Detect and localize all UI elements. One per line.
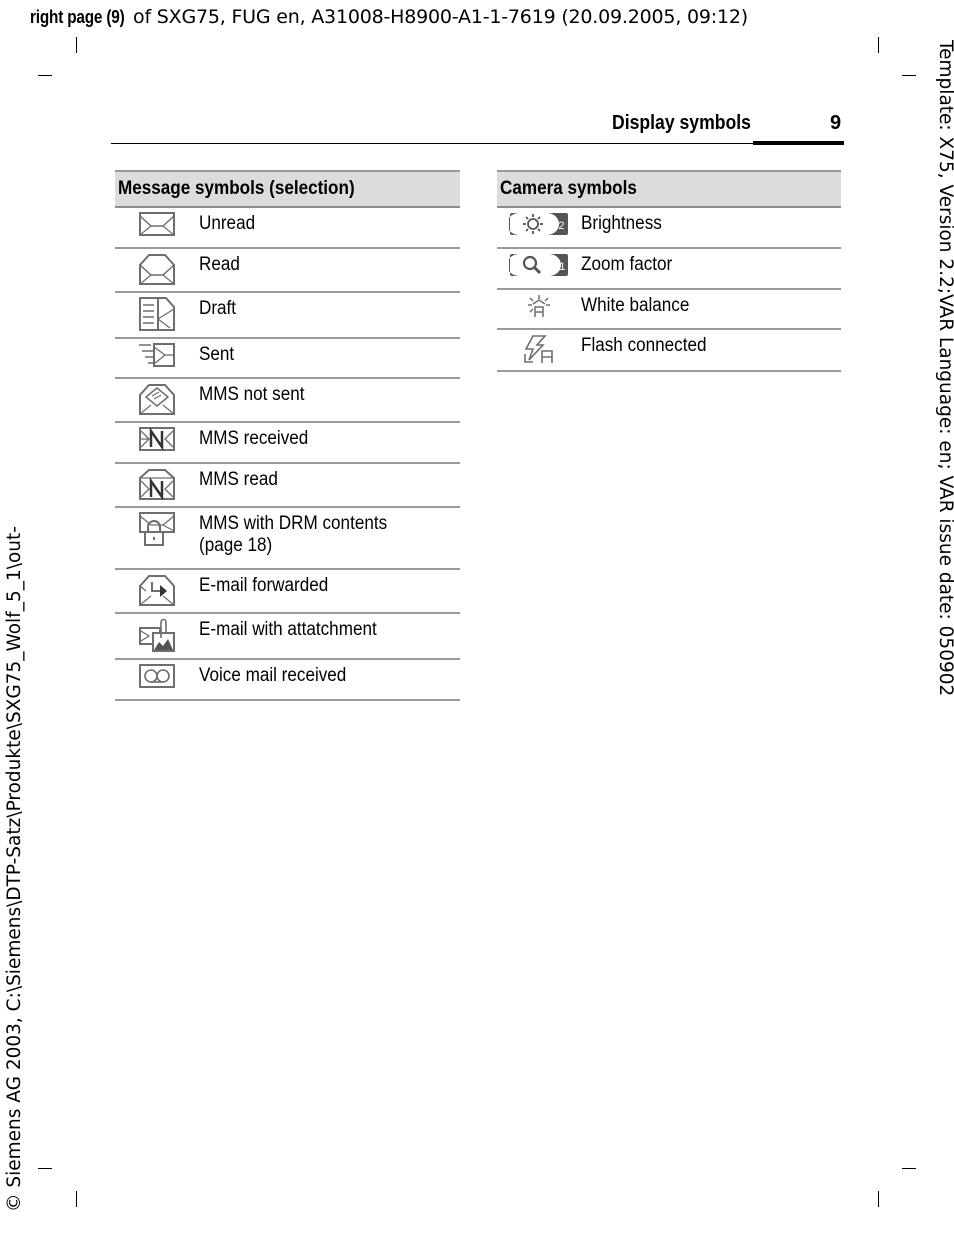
print-header: right page (9) of SXG75, FUG en, A31008-… [30, 6, 748, 28]
svg-text:×1: ×1 [553, 261, 566, 273]
symbol-label: Sent [199, 344, 235, 365]
header-rule-accent [753, 141, 844, 145]
svg-text:+2: +2 [552, 220, 565, 232]
email-forwarded-icon [139, 575, 175, 606]
zoom-factor-icon: ×1 [509, 254, 568, 276]
email-attachment-icon [139, 618, 175, 652]
table-row: Voice mail received [115, 659, 460, 701]
crop-mark [76, 1191, 77, 1207]
symbol-label: MMS not sent [199, 384, 305, 405]
table-heading: Message symbols (selection) [115, 170, 460, 208]
mms-read-icon [139, 469, 175, 500]
template-info: Template: X75, Version 2.2;VAR Language:… [935, 40, 954, 697]
page-title: Display symbols [612, 112, 751, 134]
voicemail-icon [139, 664, 175, 688]
symbol-label: MMS read [199, 469, 278, 490]
sent-icon [139, 343, 175, 367]
draft-icon [139, 297, 175, 331]
envelope-read-icon [139, 254, 175, 285]
symbol-label: Zoom factor [581, 254, 673, 275]
crop-mark [76, 37, 77, 53]
mms-not-sent-icon [139, 384, 175, 415]
symbol-label: E-mail with attatchment [199, 619, 377, 640]
table-row: MMS with DRM contents (page 18) [115, 507, 460, 570]
table-row: MMS not sent [115, 378, 460, 423]
symbol-label: E-mail forwarded [199, 575, 329, 596]
page-reference[interactable]: (page 18) [199, 535, 272, 557]
print-header-info: of SXG75, FUG en, A31008-H8900-A1-1-7619… [127, 6, 748, 28]
table-row: Draft [115, 292, 460, 339]
symbol-label: Brightness [581, 213, 662, 234]
crop-mark [902, 1168, 916, 1169]
copyright-path: © Siemens AG 2003, C:\Siemens\DTP-Satz\P… [4, 526, 25, 1212]
print-header-page: right page (9) [30, 7, 125, 27]
brightness-icon: +2 [509, 213, 568, 235]
symbol-label: MMS received [199, 428, 309, 449]
table-row: E-mail with attatchment [115, 613, 460, 660]
symbol-label: Unread [199, 213, 256, 234]
message-symbols-table: Message symbols (selection) Unread Read … [115, 170, 460, 701]
symbol-label: Read [199, 254, 240, 275]
table-heading: Camera symbols [497, 170, 841, 208]
symbol-label: MMS with DRM contents [199, 513, 388, 534]
symbol-label: Flash connected [581, 335, 707, 356]
crop-mark [38, 1168, 52, 1169]
table-row: MMS received [115, 422, 460, 464]
table-row: +2 Brightness [497, 207, 841, 249]
envelope-unread-icon [139, 212, 175, 236]
table-row: White balance [497, 289, 841, 330]
table-row: ×1 Zoom factor [497, 248, 841, 290]
table-row: Read [115, 248, 460, 293]
page-number: 9 [830, 112, 842, 134]
symbol-label: Draft [199, 298, 237, 319]
camera-symbols-table: Camera symbols +2 Brightness ×1 Zoom fac… [497, 170, 841, 372]
crop-mark [38, 75, 52, 76]
table-row: MMS read [115, 463, 460, 508]
white-balance-icon [528, 295, 550, 317]
table-header-row: Message symbols (selection) [115, 170, 460, 208]
crop-mark [878, 37, 879, 53]
crop-mark [902, 75, 916, 76]
table-row: E-mail forwarded [115, 569, 460, 614]
crop-mark [878, 1191, 879, 1207]
table-header-row: Camera symbols [497, 170, 841, 208]
table-row: Unread [115, 207, 460, 249]
mms-drm-lock-icon [139, 512, 175, 546]
table-row: Flash connected [497, 329, 841, 372]
symbol-label: Voice mail received [199, 665, 347, 686]
mms-received-icon [139, 427, 175, 451]
flash-connected-icon [524, 335, 553, 363]
table-row: Sent [115, 338, 460, 379]
symbol-label: White balance [581, 295, 690, 316]
header-rule [111, 143, 844, 144]
